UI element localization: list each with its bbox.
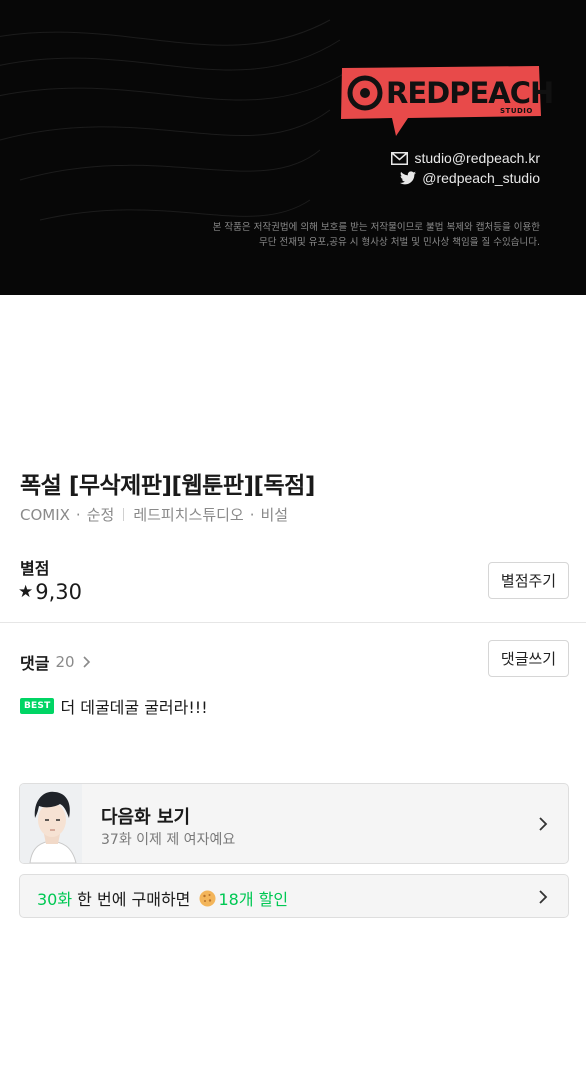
mail-icon [391, 151, 409, 165]
next-episode-subtitle: 37화 이제 제 여자예요 [101, 832, 236, 848]
contact-twitter[interactable]: @redpeach_studio [400, 169, 540, 187]
footer-banner: REDPEACH STUDIO studio@redpeach.kr @redp… [0, 0, 586, 295]
comments-count: 20 [55, 653, 75, 671]
contact-email[interactable]: studio@redpeach.kr [391, 149, 540, 167]
copyright-line-1: 본 작품은 저작권법에 의해 보호를 받는 저작물이므로 불법 복제와 캡처등을… [212, 222, 540, 233]
chevron-right-icon [539, 890, 548, 904]
chevron-right-icon [539, 817, 548, 831]
label-name[interactable]: COMIX [20, 506, 70, 524]
chevron-right-icon [82, 656, 90, 668]
email-text: studio@redpeach.kr [414, 150, 540, 166]
promo-text: 30화 한 번에 구매하면 18개 할인 [37, 886, 288, 910]
comments-link[interactable]: 댓글 20 [20, 650, 91, 674]
rate-button[interactable]: 별점주기 [488, 562, 569, 599]
background-lines [0, 19, 351, 221]
episode-thumbnail [20, 784, 82, 863]
genre[interactable]: 순정 [87, 504, 115, 525]
best-badge: BEST [20, 698, 55, 714]
write-comment-button[interactable]: 댓글쓰기 [488, 640, 569, 677]
rating-label: 별점 [20, 559, 50, 578]
promo-middle: 한 번에 구매하면 [72, 890, 196, 909]
next-episode-title: 다음화 보기 [101, 807, 191, 828]
twitter-handle: @redpeach_studio [422, 170, 540, 186]
rating-value-row: ★ 9,30 [18, 580, 82, 604]
copyright-line-2: 무단 전재및 유포,공유 시 형사상 처벌 및 민사상 책임을 질 수있습니다. [259, 237, 540, 248]
divider [0, 622, 586, 623]
work-meta: COMIX · 순정 레드피치스튜디오 · 비설 [20, 504, 288, 525]
comments-label: 댓글 [20, 654, 50, 673]
bulk-purchase-banner[interactable]: 30화 한 번에 구매하면 18개 할인 [19, 874, 569, 918]
twitter-icon [400, 171, 417, 185]
meta-dot: · [249, 505, 255, 524]
author-name[interactable]: 레드피치스튜디오 [133, 504, 243, 525]
star-icon: ★ [18, 582, 34, 602]
promo-discount: 18개 할인 [218, 890, 289, 909]
next-episode-card[interactable]: 다음화 보기 37화 이제 제 여자예요 [19, 783, 569, 864]
work-title: 폭설 [무삭제판][웹툰판][독점] [20, 473, 315, 499]
promo-episodes: 30화 [37, 890, 73, 909]
meta-dot: · [75, 505, 81, 524]
rating-score: 9,30 [35, 580, 83, 604]
logo-subtext: STUDIO [500, 107, 533, 115]
best-comment-text: 더 데굴데굴 굴러라!!! [60, 698, 208, 717]
meta-separator [123, 508, 125, 521]
rating-tag: 비설 [260, 506, 289, 524]
best-comment[interactable]: BEST 더 데굴데굴 굴러라!!! [20, 694, 208, 718]
copyright-notice: 본 작품은 저작권법에 의해 보호를 받는 저작물이므로 불법 복제와 캡처등을… [120, 220, 540, 250]
cookie-icon [199, 890, 216, 906]
